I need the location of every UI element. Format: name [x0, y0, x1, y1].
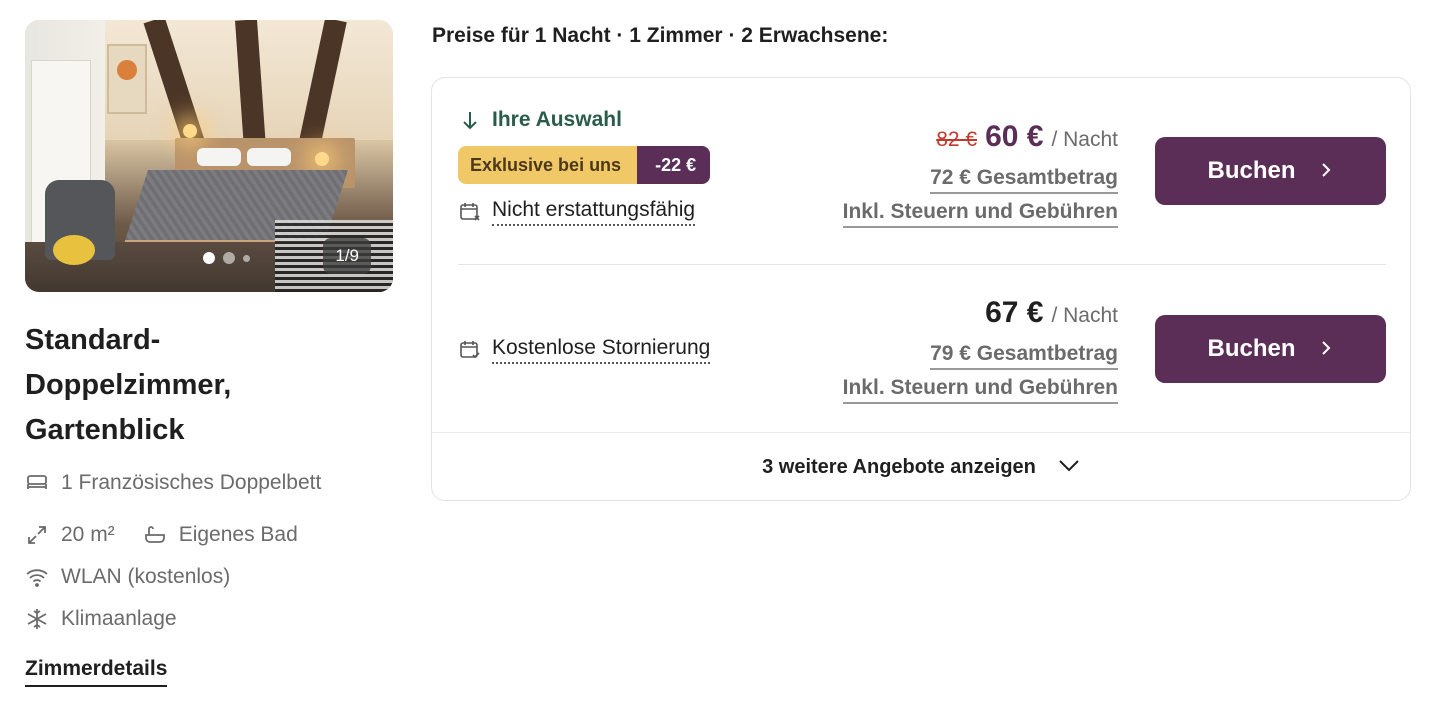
chevron-right-icon: [1318, 335, 1334, 363]
feature-size: 20 m²: [25, 515, 115, 555]
offer-row: Ihre Auswahl Exklusive bei uns -22 € Nic…: [458, 98, 1386, 264]
book-button[interactable]: Buchen: [1155, 315, 1386, 383]
photo-fruit-bowl: [53, 235, 95, 265]
policy-label[interactable]: Kostenlose Stornierung: [492, 336, 711, 364]
calendar-x-icon: [458, 200, 482, 224]
room-details-link[interactable]: Zimmerdetails: [25, 657, 168, 687]
room-title: Standard-Doppelzimmer, Gartenblick: [25, 324, 232, 446]
offers-card: Ihre Auswahl Exklusive bei uns -22 € Nic…: [431, 77, 1411, 501]
offer-row: Kostenlose Stornierung 67 € / Nacht 79 €…: [458, 278, 1386, 428]
snowflake-icon: [25, 607, 49, 631]
total-price-link[interactable]: 72 € Gesamtbetrag: [930, 166, 1118, 194]
wifi-icon: [25, 565, 49, 589]
carousel-dot[interactable]: [243, 254, 250, 262]
room-photo-carousel[interactable]: 1/9: [25, 20, 393, 292]
current-price: 67 €: [985, 296, 1044, 329]
prices-header: Preise für 1 Nacht · 1 Zimmer · 2 Erwach…: [432, 24, 889, 47]
calendar-check-icon: [458, 338, 482, 362]
carousel-dot[interactable]: [223, 252, 235, 264]
total-price-link[interactable]: 79 € Gesamtbetrag: [930, 342, 1118, 370]
policy-label[interactable]: Nicht erstattungsfähig: [492, 198, 696, 226]
book-button-label: Buchen: [1207, 157, 1296, 184]
feature-ac-label: Klimaanlage: [61, 607, 177, 630]
photo-pillow: [197, 148, 241, 166]
photo-lamp: [183, 124, 197, 138]
taxes-link[interactable]: Inkl. Steuern und Gebühren: [842, 200, 1118, 228]
room-card: 1/9 Standard-Doppelzimmer, Gartenblick 1…: [25, 20, 393, 687]
book-button[interactable]: Buchen: [1155, 137, 1386, 205]
photo-counter: 1/9: [323, 238, 371, 274]
badge-discount: -22 €: [627, 146, 711, 184]
feature-wifi-label: WLAN (kostenlos): [61, 565, 231, 588]
photo-lamp: [315, 152, 329, 166]
badge-exclusive-label: Exklusive bei uns: [458, 146, 638, 184]
per-night-label: / Nacht: [1051, 128, 1118, 151]
per-night-label: / Nacht: [1051, 304, 1118, 327]
old-price: 82 €: [936, 128, 978, 151]
show-more-offers-button[interactable]: 3 weitere Angebote anzeigen: [432, 433, 1410, 501]
more-offers-label: 3 weitere Angebote anzeigen: [762, 455, 1036, 478]
bathtub-icon: [143, 523, 167, 547]
arrow-down-icon: [458, 108, 482, 132]
taxes-link[interactable]: Inkl. Steuern und Gebühren: [842, 376, 1118, 404]
feature-bath: Eigenes Bad: [143, 515, 298, 555]
photo-pillow: [247, 148, 291, 166]
selection-label: Ihre Auswahl: [492, 108, 622, 131]
price-block: 82 € 60 € / Nacht 72 € Gesamtbetrag Inkl…: [842, 120, 1118, 228]
feature-bath-label: Eigenes Bad: [178, 523, 298, 546]
feature-wifi: WLAN (kostenlos): [25, 557, 393, 597]
exclusive-badge: Exklusive bei uns -22 €: [458, 146, 711, 184]
chevron-down-icon: [1058, 456, 1080, 479]
current-price: 60 €: [985, 120, 1044, 153]
offer-divider: [458, 264, 1386, 265]
feature-size-label: 20 m²: [61, 523, 115, 546]
price-block: 67 € / Nacht 79 € Gesamtbetrag Inkl. Ste…: [842, 296, 1118, 404]
bed-icon: [25, 471, 49, 495]
resize-arrows-icon: [25, 523, 49, 547]
carousel-dot[interactable]: [203, 252, 215, 264]
photo-flower: [117, 60, 137, 80]
feature-ac: Klimaanlage: [25, 599, 393, 639]
book-button-label: Buchen: [1207, 335, 1296, 362]
feature-bed-label: 1 Französisches Doppelbett: [61, 471, 322, 494]
carousel-dots: [203, 252, 250, 264]
chevron-right-icon: [1318, 157, 1334, 185]
feature-bed: 1 Französisches Doppelbett: [25, 463, 393, 503]
